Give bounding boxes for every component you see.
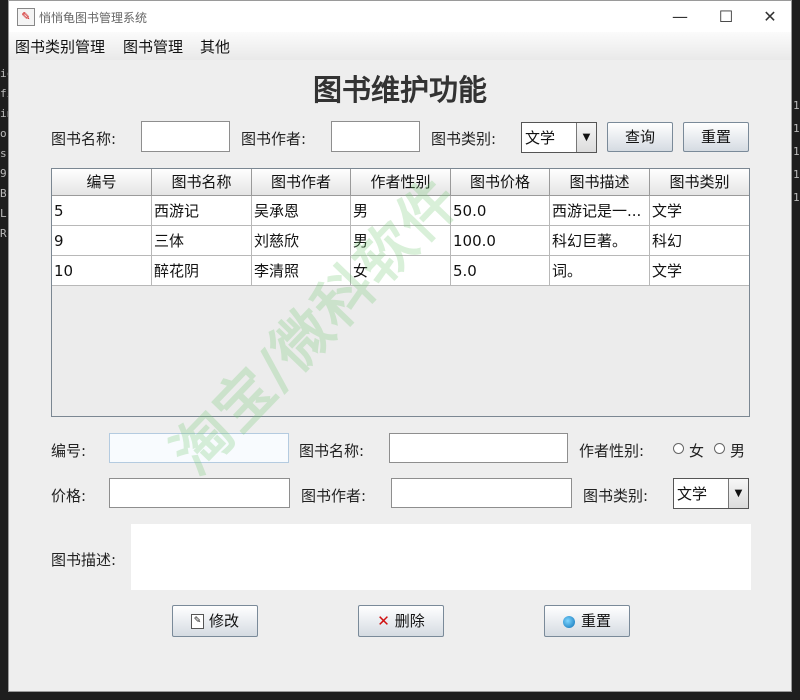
form-reset-button[interactable]: 重置: [544, 605, 630, 637]
author-sex-label: 作者性别:: [579, 442, 645, 460]
book-type-select[interactable]: 文学 ▼: [673, 478, 749, 509]
table-cell[interactable]: 西游记是一...: [550, 196, 650, 226]
chevron-down-icon[interactable]: ▼: [576, 123, 596, 152]
search-reset-button[interactable]: 重置: [683, 122, 749, 152]
search-name-label: 图书名称:: [51, 130, 117, 148]
sex-male-label[interactable]: 男: [730, 440, 745, 461]
table-cell[interactable]: 西游记: [152, 196, 252, 226]
chevron-down-icon[interactable]: ▼: [728, 479, 748, 508]
query-button[interactable]: 查询: [607, 122, 673, 152]
table-cell[interactable]: 100.0: [451, 226, 550, 256]
table-cell[interactable]: 5: [52, 196, 152, 226]
sex-female-radio[interactable]: [673, 443, 684, 454]
title-bar: ✎ 悄悄龟图书管理系统 — ☐ ✕: [9, 1, 791, 32]
menu-bar: 图书类别管理 图书管理 其他: [9, 32, 791, 60]
search-name-input[interactable]: [141, 121, 230, 152]
table-cell[interactable]: 10: [52, 256, 152, 286]
delete-icon: ✕: [377, 612, 390, 630]
delete-button[interactable]: ✕ 删除: [358, 605, 444, 637]
book-author-field[interactable]: [391, 478, 572, 508]
table-cell[interactable]: 醉花阴: [152, 256, 252, 286]
close-button[interactable]: ✕: [747, 3, 793, 30]
menu-book-management[interactable]: 图书管理: [123, 36, 183, 57]
search-type-label: 图书类别:: [431, 130, 497, 148]
modify-button-label: 修改: [208, 612, 239, 630]
table-cell[interactable]: 文学: [650, 256, 749, 286]
column-header-name[interactable]: 图书名称: [152, 169, 252, 196]
reset-icon: [562, 615, 575, 628]
description-textarea[interactable]: [131, 524, 751, 590]
search-author-label: 图书作者:: [241, 130, 307, 148]
table-cell[interactable]: 5.0: [451, 256, 550, 286]
maximize-button[interactable]: ☐: [703, 3, 749, 30]
column-header-author[interactable]: 图书作者: [252, 169, 351, 196]
price-label: 价格:: [51, 487, 87, 505]
table-cell[interactable]: 词。: [550, 256, 650, 286]
minimize-button[interactable]: —: [657, 3, 703, 30]
column-header-desc[interactable]: 图书描述: [550, 169, 650, 196]
background-right-text: 11111: [793, 99, 800, 204]
modify-button[interactable]: ✎ 修改: [172, 605, 258, 637]
column-header-id[interactable]: 编号: [52, 169, 152, 196]
window-title: 悄悄龟图书管理系统: [39, 11, 148, 25]
app-window: ✎ 悄悄龟图书管理系统 — ☐ ✕ 图书类别管理 图书管理 其他 图书维护功能 …: [8, 0, 792, 692]
column-header-type[interactable]: 图书类别: [650, 169, 749, 196]
column-header-price[interactable]: 图书价格: [451, 169, 550, 196]
table-cell[interactable]: 科幻巨著。: [550, 226, 650, 256]
search-author-input[interactable]: [331, 121, 420, 152]
search-type-value: 文学: [525, 129, 556, 147]
description-label: 图书描述:: [51, 551, 117, 569]
sex-male-radio[interactable]: [714, 443, 725, 454]
edit-icon: ✎: [190, 614, 204, 629]
menu-other[interactable]: 其他: [200, 36, 230, 57]
table-cell[interactable]: 吴承恩: [252, 196, 351, 226]
table-cell[interactable]: 三体: [152, 226, 252, 256]
menu-book-category[interactable]: 图书类别管理: [15, 36, 105, 57]
sex-female-label[interactable]: 女: [689, 440, 704, 461]
book-name-field[interactable]: [389, 433, 568, 463]
page-title: 图书维护功能: [312, 73, 487, 107]
search-type-select[interactable]: 文学 ▼: [521, 122, 597, 153]
background-bottom-strip: [0, 692, 800, 700]
book-author-label: 图书作者:: [301, 487, 367, 505]
table-cell[interactable]: 文学: [650, 196, 749, 226]
table-cell[interactable]: 科幻: [650, 226, 749, 256]
id-label: 编号:: [51, 442, 87, 460]
price-field[interactable]: [109, 478, 290, 508]
book-name-label: 图书名称:: [299, 442, 365, 460]
delete-button-label: 删除: [394, 612, 425, 630]
table-cell[interactable]: 9: [52, 226, 152, 256]
book-type-label: 图书类别:: [583, 487, 649, 505]
reset-button-label: 重置: [580, 612, 611, 630]
app-icon: ✎: [17, 8, 35, 26]
book-type-value: 文学: [677, 485, 708, 503]
